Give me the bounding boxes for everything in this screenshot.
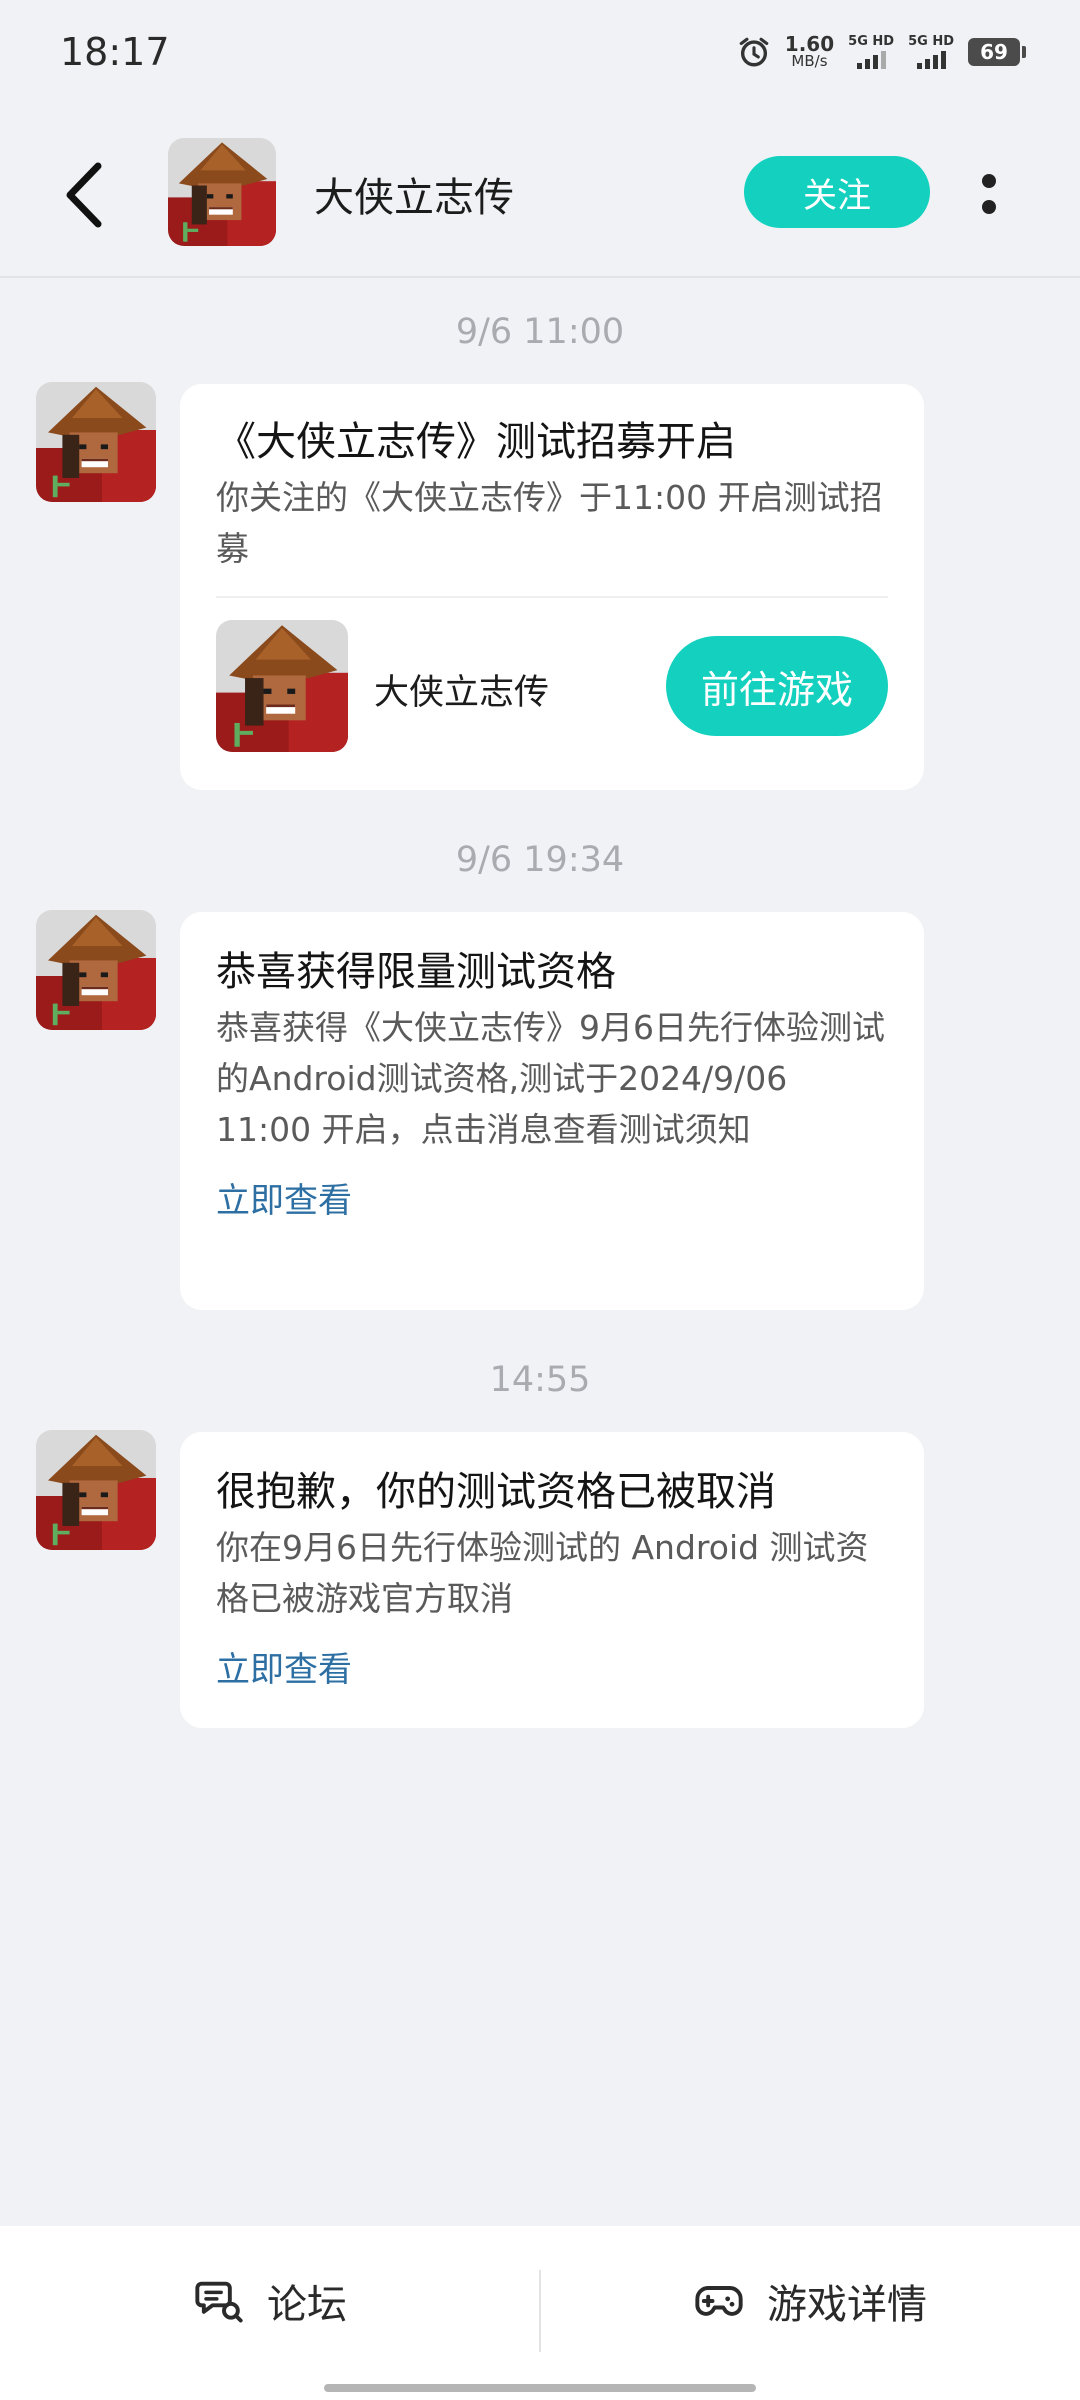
go-to-game-button[interactable]: 前往游戏: [666, 636, 888, 736]
game-character-image: [36, 1430, 156, 1550]
message-title: 恭喜获得限量测试资格: [216, 949, 616, 995]
game-icon[interactable]: [216, 620, 348, 752]
alarm-icon: [739, 37, 769, 66]
signal-bars-icon: [856, 50, 886, 69]
battery-level: 69: [980, 39, 1008, 64]
network-speed: 1.60 MB/s: [785, 34, 834, 69]
signal-bars-icon: [916, 50, 946, 69]
page-title: 大侠立志传: [314, 175, 514, 221]
forum-chat-icon: [195, 2281, 243, 2323]
signal-sim1: 5G HD: [848, 35, 894, 69]
view-now-link[interactable]: 立即查看: [216, 1648, 888, 1692]
back-arrow-icon[interactable]: [60, 160, 112, 230]
message-timestamp: 9/6 19:34: [455, 840, 625, 880]
signal-sim1-label: 5G HD: [848, 33, 895, 49]
game-character-image: [168, 138, 276, 246]
game-avatar[interactable]: [168, 138, 276, 246]
bottom-tab-bar: 论坛 游戏详情: [0, 2226, 1080, 2400]
network-speed-value: 1.60: [784, 32, 835, 56]
message-timestamp: 14:55: [489, 1360, 591, 1400]
message-body: 你在9月6日先行体验测试的 Android 测试资格已被游戏官方取消: [216, 1528, 869, 1618]
message-card-recruit[interactable]: 《大侠立志传》测试招募开启 你关注的《大侠立志传》于11:00 开启测试招募 大…: [180, 384, 924, 790]
sender-avatar[interactable]: [36, 910, 156, 1030]
message-card-qualified[interactable]: 恭喜获得限量测试资格 恭喜获得《大侠立志传》9月6日先行体验测试的Android…: [180, 912, 924, 1310]
game-name: 大侠立志传: [374, 673, 550, 713]
tab-forum[interactable]: 论坛: [0, 2226, 540, 2376]
sender-avatar[interactable]: [36, 382, 156, 502]
network-speed-unit: MB/s: [791, 52, 828, 70]
sender-avatar[interactable]: [36, 1430, 156, 1550]
message-card-cancelled[interactable]: 很抱歉，你的测试资格已被取消 你在9月6日先行体验测试的 Android 测试资…: [180, 1432, 924, 1728]
signal-sim2-label: 5G HD: [908, 33, 954, 49]
game-character-image: [36, 910, 156, 1030]
tab-forum-label: 论坛: [267, 2282, 347, 2328]
message-body: 你关注的《大侠立志传》于11:00 开启测试招募: [216, 478, 883, 568]
game-character-image: [216, 620, 348, 752]
follow-button[interactable]: 关注: [744, 156, 930, 228]
home-indicator[interactable]: [324, 2384, 756, 2392]
signal-sim2: 5G HD: [908, 35, 954, 69]
message-title: 《大侠立志传》测试招募开启: [216, 419, 736, 465]
view-now-link[interactable]: 立即查看: [216, 1179, 888, 1223]
message-title: 很抱歉，你的测试资格已被取消: [216, 1469, 776, 1515]
message-timestamp: 9/6 11:00: [455, 312, 625, 352]
status-bar: 18:17 1.60 MB/s 5G HD 5G HD 69: [0, 0, 1080, 110]
game-character-image: [36, 382, 156, 502]
battery-icon: 69: [968, 37, 1026, 66]
more-options-icon[interactable]: [980, 170, 1000, 220]
tab-game-details-label: 游戏详情: [767, 2282, 927, 2328]
status-time: 18:17: [60, 30, 170, 74]
tab-game-details[interactable]: 游戏详情: [540, 2226, 1080, 2376]
top-app-bar: 大侠立志传 关注: [0, 110, 1080, 278]
status-icons: 1.60 MB/s 5G HD 5G HD 69: [737, 34, 1026, 69]
gamepad-icon: [695, 2286, 743, 2316]
message-body: 恭喜获得《大侠立志传》9月6日先行体验测试的Android测试资格,测试于202…: [216, 1008, 885, 1149]
game-entry: 大侠立志传 前往游戏: [216, 598, 888, 788]
